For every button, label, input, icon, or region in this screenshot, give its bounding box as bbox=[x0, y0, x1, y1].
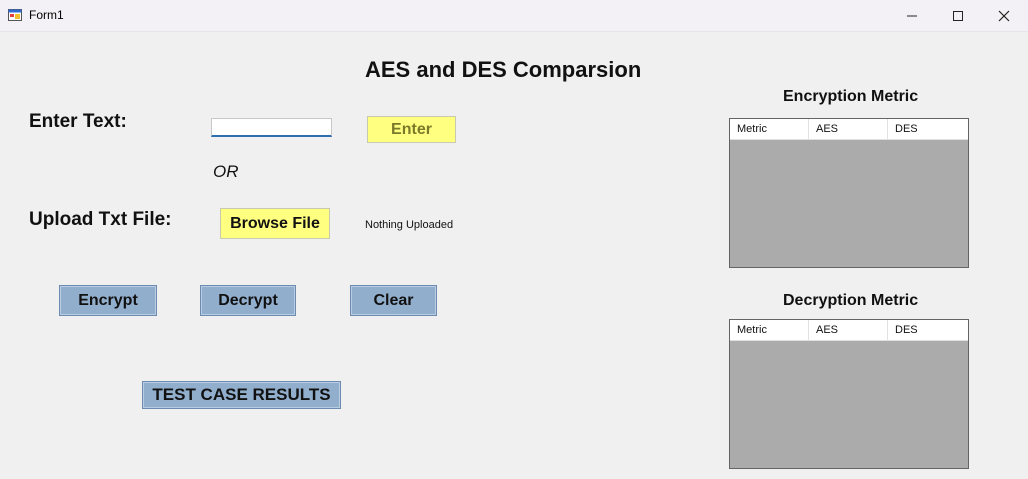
upload-file-label: Upload Txt File: bbox=[29, 209, 172, 230]
encrypt-button[interactable]: Encrypt bbox=[59, 285, 157, 316]
text-input[interactable] bbox=[211, 118, 332, 137]
column-header-aes[interactable]: AES bbox=[809, 320, 888, 340]
encryption-metric-title: Encryption Metric bbox=[783, 88, 919, 105]
maximize-icon bbox=[953, 10, 963, 21]
window-title: Form1 bbox=[29, 8, 64, 22]
decryption-metric-title: Decryption Metric bbox=[783, 292, 919, 309]
column-header-des[interactable]: DES bbox=[888, 119, 968, 139]
enter-text-label: Enter Text: bbox=[29, 111, 127, 132]
upload-status-text: Nothing Uploaded bbox=[365, 219, 454, 231]
column-header-aes[interactable]: AES bbox=[809, 119, 888, 139]
close-button[interactable] bbox=[981, 0, 1027, 31]
close-icon bbox=[998, 10, 1010, 21]
encryption-grid-header: Metric AES DES bbox=[730, 119, 968, 140]
column-header-metric[interactable]: Metric bbox=[730, 320, 809, 340]
decryption-grid-header: Metric AES DES bbox=[730, 320, 968, 341]
enter-button[interactable]: Enter bbox=[367, 116, 456, 143]
decryption-metric-grid[interactable]: Metric AES DES bbox=[729, 319, 969, 469]
title-bar: Form1 bbox=[0, 0, 1028, 32]
decrypt-button[interactable]: Decrypt bbox=[200, 285, 296, 316]
maximize-button[interactable] bbox=[935, 0, 981, 31]
browse-file-button[interactable]: Browse File bbox=[220, 208, 330, 239]
test-case-results-button[interactable]: TEST CASE RESULTS bbox=[142, 381, 341, 409]
minimize-button[interactable] bbox=[889, 0, 935, 31]
encryption-metric-grid[interactable]: Metric AES DES bbox=[729, 118, 969, 268]
page-title: AES and DES Comparsion bbox=[365, 57, 642, 82]
column-header-metric[interactable]: Metric bbox=[730, 119, 809, 139]
or-label: OR bbox=[213, 162, 239, 181]
minimize-icon bbox=[907, 15, 917, 16]
form-app-icon bbox=[8, 9, 22, 21]
column-header-des[interactable]: DES bbox=[888, 320, 968, 340]
clear-button[interactable]: Clear bbox=[350, 285, 437, 316]
